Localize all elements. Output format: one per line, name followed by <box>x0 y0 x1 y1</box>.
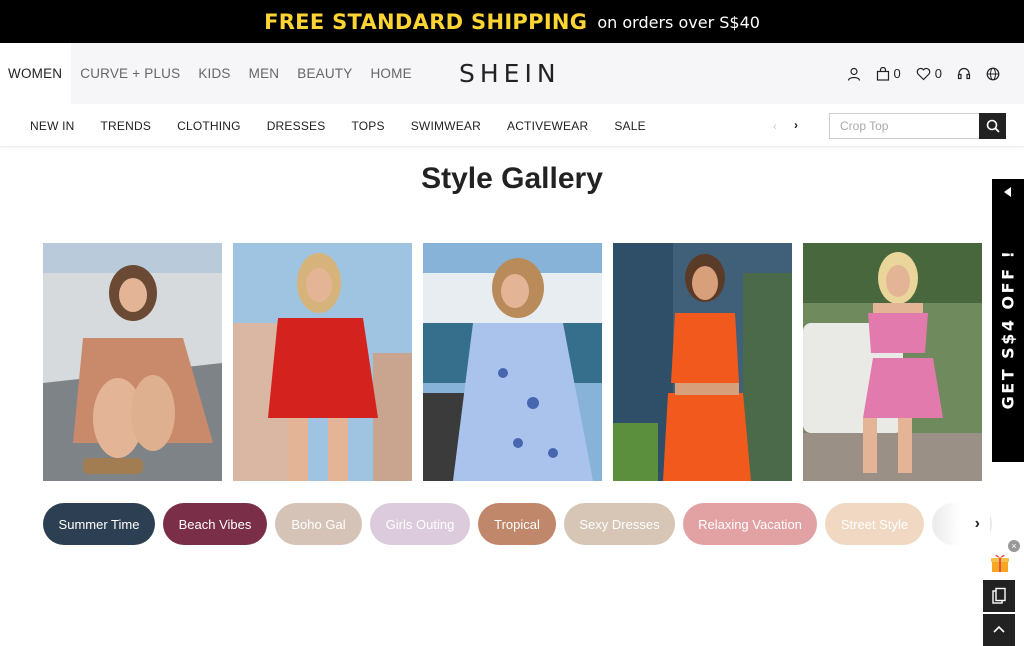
main-header: WOMEN CURVE + PLUS KIDS MEN BEAUTY HOME … <box>0 43 1024 104</box>
user-icon <box>847 67 860 81</box>
floral-dress-image <box>423 243 602 481</box>
category-home[interactable]: HOME <box>361 43 420 104</box>
account-button[interactable] <box>847 67 861 81</box>
pink-set-image <box>803 243 982 481</box>
subnav-clothing[interactable]: CLOTHING <box>177 119 241 133</box>
search-icon <box>986 119 1000 133</box>
plaid-shirt-image <box>43 243 222 481</box>
copy-button[interactable] <box>983 580 1015 612</box>
style-gallery <box>43 243 982 481</box>
style-tags: Summer Time Beach Vibes Boho Gal Girls O… <box>43 503 993 545</box>
subnav-items: NEW IN TRENDS CLOTHING DRESSES TOPS SWIM… <box>30 104 646 147</box>
promo-banner[interactable]: FREE STANDARD SHIPPING on orders over S$… <box>0 0 1024 43</box>
subnav-activewear[interactable]: ACTIVEWEAR <box>507 119 588 133</box>
side-promo-text: GET S$4 OFF ! <box>998 248 1018 410</box>
search-input[interactable] <box>829 113 980 139</box>
category-curve-plus[interactable]: CURVE + PLUS <box>71 43 189 104</box>
subnav-sale[interactable]: SALE <box>614 119 646 133</box>
red-romper-image <box>233 243 412 481</box>
promo-subtext: on orders over S$40 <box>597 13 760 32</box>
gallery-photo-orange-set[interactable] <box>613 243 792 481</box>
collapse-arrow-icon[interactable] <box>1004 187 1011 197</box>
subnav-tops[interactable]: TOPS <box>351 119 384 133</box>
side-promo-coupon[interactable]: GET S$4 OFF ! <box>992 179 1024 462</box>
language-button[interactable] <box>986 67 1000 81</box>
page-title: Style Gallery <box>421 162 603 195</box>
category-kids[interactable]: KIDS <box>189 43 239 104</box>
gift-icon[interactable] <box>988 552 1012 574</box>
subnav-swimwear[interactable]: SWIMWEAR <box>411 119 481 133</box>
chevron-right-icon: › <box>974 515 980 532</box>
subnav-dresses[interactable]: DRESSES <box>267 119 326 133</box>
tag-beach-vibes[interactable]: Beach Vibes <box>163 503 267 545</box>
support-button[interactable] <box>957 67 971 81</box>
bag-icon <box>876 66 889 81</box>
gallery-photo-pink-set[interactable] <box>803 243 982 481</box>
tag-street-style[interactable]: Street Style <box>825 503 924 545</box>
wishlist-count: 0 <box>934 66 942 81</box>
close-icon[interactable]: × <box>1008 540 1020 552</box>
heart-icon <box>916 67 931 80</box>
back-to-top-button[interactable] <box>983 614 1015 646</box>
chevron-up-icon <box>993 625 1005 633</box>
cart-button[interactable]: 0 <box>876 66 901 81</box>
promo-headline: FREE STANDARD SHIPPING <box>264 9 588 34</box>
tag-relaxing-vacation[interactable]: Relaxing Vacation <box>683 503 817 545</box>
category-nav: WOMEN CURVE + PLUS KIDS MEN BEAUTY HOME <box>0 43 421 104</box>
orange-set-image <box>613 243 792 481</box>
tags-next-button[interactable]: › <box>930 503 990 545</box>
wishlist-button[interactable]: 0 <box>916 66 942 81</box>
shein-logo[interactable]: SHEIN <box>459 59 561 88</box>
subnav-prev-icon[interactable]: ‹ <box>773 119 777 133</box>
category-men[interactable]: MEN <box>240 43 289 104</box>
headset-icon <box>957 67 971 79</box>
category-beauty[interactable]: BEAUTY <box>288 43 361 104</box>
tag-summer-time[interactable]: Summer Time <box>43 503 155 545</box>
category-women[interactable]: WOMEN <box>0 43 72 104</box>
gallery-photo-floral-dress[interactable] <box>423 243 602 481</box>
subnav-new-in[interactable]: NEW IN <box>30 119 75 133</box>
gallery-photo-plaid-shirt[interactable] <box>43 243 222 481</box>
tag-boho-gal[interactable]: Boho Gal <box>275 503 362 545</box>
globe-icon <box>986 67 1000 80</box>
copy-icon <box>992 587 1006 604</box>
subnav-next-icon[interactable]: › <box>794 118 798 132</box>
cart-count: 0 <box>893 66 901 81</box>
gallery-photo-red-romper[interactable] <box>233 243 412 481</box>
subnav-trends[interactable]: TRENDS <box>101 119 152 133</box>
search-button[interactable] <box>979 113 1006 139</box>
tag-sexy-dresses[interactable]: Sexy Dresses <box>564 503 675 545</box>
header-icons: 0 0 <box>847 43 1000 104</box>
tag-girls-outing[interactable]: Girls Outing <box>370 503 470 545</box>
tag-tropical[interactable]: Tropical <box>478 503 556 545</box>
